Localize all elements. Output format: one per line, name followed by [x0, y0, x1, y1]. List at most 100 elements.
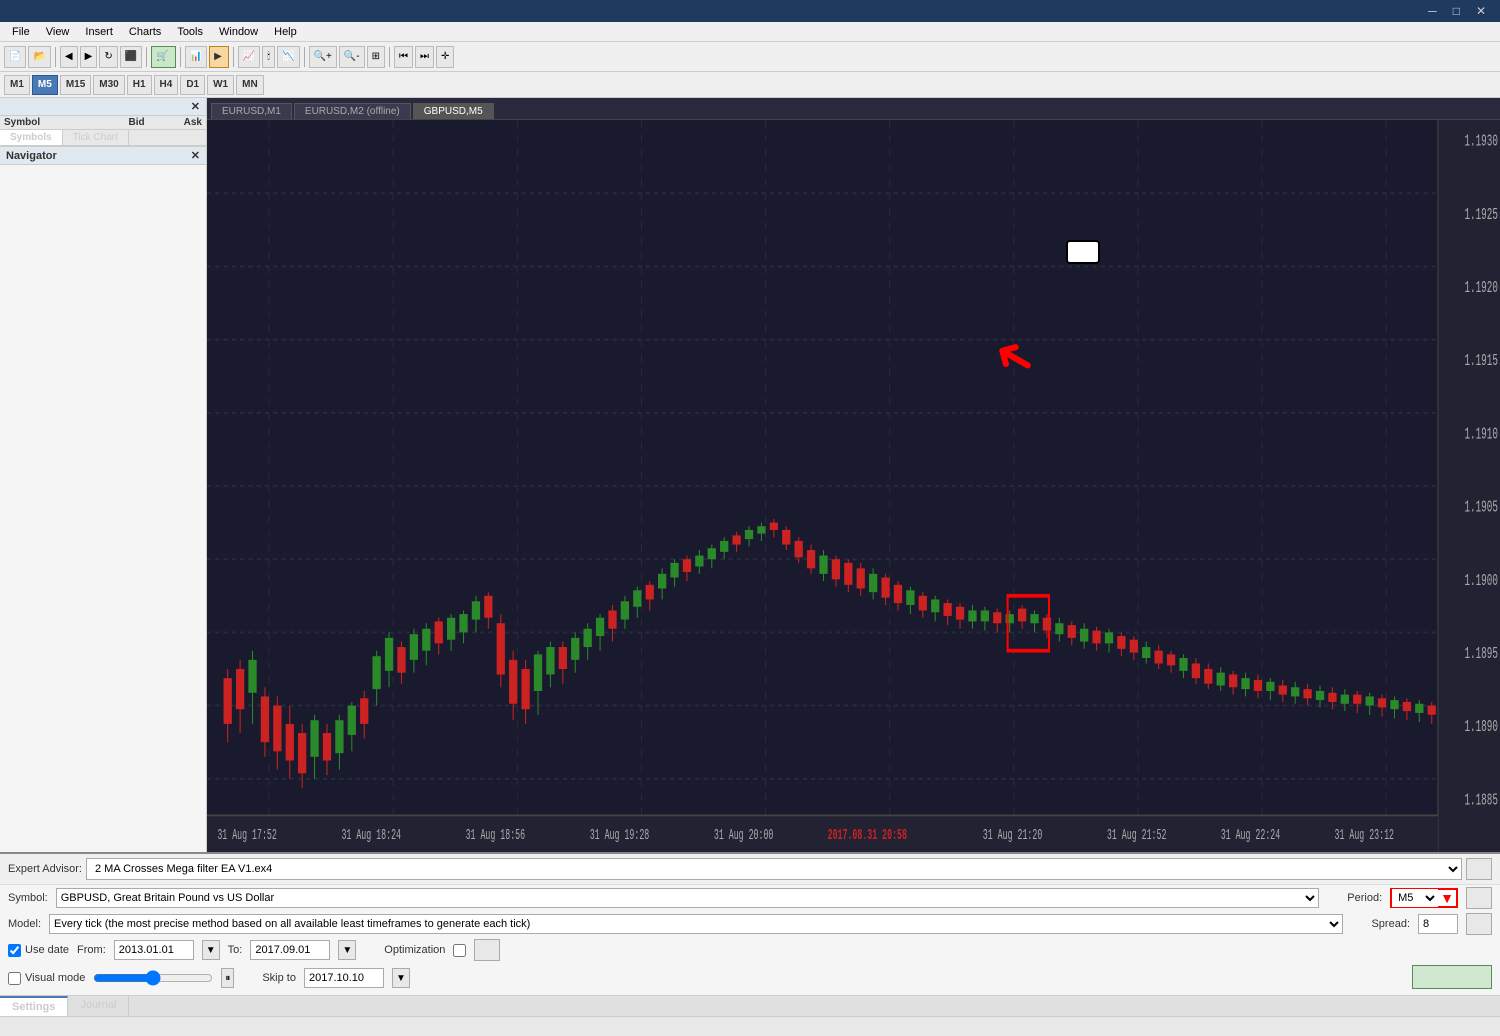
scroll-left-btn[interactable]: ⏮ — [394, 46, 413, 68]
symbol-properties-btn[interactable] — [1466, 887, 1492, 909]
pause-btn[interactable]: ⏸ — [221, 968, 234, 988]
tf-h1[interactable]: H1 — [127, 75, 152, 95]
stop-btn[interactable]: ⬛ — [120, 46, 142, 68]
minimize-button[interactable]: ─ — [1422, 4, 1443, 18]
menu-help[interactable]: Help — [266, 24, 305, 40]
candlestick-btn[interactable]: 🕯 — [262, 46, 275, 68]
chart-tab-eurusd-m1[interactable]: EURUSD,M1 — [211, 103, 292, 119]
tester-bottom-tabs: Settings Journal — [0, 995, 1500, 1016]
from-date-input[interactable] — [114, 940, 194, 960]
menu-charts[interactable]: Charts — [121, 24, 169, 40]
symbol-dropdown[interactable]: GBPUSD, Great Britain Pound vs US Dollar — [56, 888, 1320, 908]
tf-m1[interactable]: M1 — [4, 75, 30, 95]
main-layout: ✕ Symbol Bid Ask Symbols Tick Chart — [0, 98, 1500, 852]
refresh-btn[interactable]: ↻ — [99, 46, 117, 68]
ea-dropdown[interactable]: 2 MA Crosses Mega filter EA V1.ex4 — [86, 858, 1462, 880]
svg-text:2017.08.31 20:58: 2017.08.31 20:58 — [828, 827, 907, 844]
chart-tabs: EURUSD,M1 EURUSD,M2 (offline) GBPUSD,M5 — [207, 98, 1500, 120]
svg-text:31 Aug 19:28: 31 Aug 19:28 — [590, 827, 650, 844]
sep1 — [55, 47, 56, 67]
fwd-btn[interactable]: ▶ — [80, 46, 98, 68]
svg-text:1.1910: 1.1910 — [1464, 426, 1497, 444]
optimization-label: Optimization — [384, 944, 445, 956]
open-chart-btn[interactable] — [1466, 913, 1492, 935]
chart-canvas[interactable]: 1.1930 1.1925 1.1920 1.1915 1.1910 1.190… — [207, 120, 1500, 852]
ea-label: Expert Advisor: — [8, 863, 82, 875]
new-file-btn[interactable]: 📄 — [4, 46, 26, 68]
svg-text:31 Aug 17:52: 31 Aug 17:52 — [217, 827, 277, 844]
autotrading-btn[interactable]: ▶ — [209, 46, 229, 68]
spread-input[interactable] — [1418, 914, 1458, 934]
optimization-checkbox[interactable] — [453, 944, 466, 957]
use-date-label: Use date — [25, 944, 69, 956]
model-dropdown[interactable]: Every tick (the most precise method base… — [49, 914, 1343, 934]
period-dropdown[interactable]: M5M1M15M30H1 — [1392, 889, 1438, 907]
zoom-in-btn[interactable]: 🔍+ — [309, 46, 337, 68]
line-chart-btn[interactable]: 📉 — [277, 46, 299, 68]
tab-tick-chart[interactable]: Tick Chart — [63, 130, 129, 145]
skip-to-picker-btn[interactable]: ▼ — [392, 968, 410, 988]
use-date-checkbox[interactable] — [8, 944, 21, 957]
close-navigator-icon[interactable]: ✕ — [191, 149, 200, 162]
menu-tools[interactable]: Tools — [169, 24, 211, 40]
bar-chart-btn[interactable]: 📈 — [238, 46, 260, 68]
menu-window[interactable]: Window — [211, 24, 266, 40]
close-market-watch-icon[interactable]: ✕ — [191, 100, 200, 113]
start-btn[interactable] — [1412, 965, 1492, 989]
sep5 — [304, 47, 305, 67]
period-label: Period: — [1347, 892, 1382, 904]
tab-settings[interactable]: Settings — [0, 996, 68, 1016]
chart-tab-eurusd-m2[interactable]: EURUSD,M2 (offline) — [294, 103, 411, 119]
navigator: Navigator ✕ — [0, 147, 206, 852]
market-watch-table: Symbol Bid Ask — [0, 116, 206, 130]
visual-speed-slider[interactable] — [93, 970, 213, 986]
maximize-button[interactable]: □ — [1447, 4, 1466, 18]
to-date-input[interactable] — [250, 940, 330, 960]
svg-text:31 Aug 21:52: 31 Aug 21:52 — [1107, 827, 1167, 844]
back-btn[interactable]: ◀ — [60, 46, 78, 68]
sep4 — [233, 47, 234, 67]
menu-view[interactable]: View — [38, 24, 78, 40]
crosshair-btn[interactable]: ✛ — [436, 46, 454, 68]
tf-h4[interactable]: H4 — [154, 75, 179, 95]
scroll-right-btn[interactable]: ⏭ — [415, 46, 434, 68]
skip-to-input[interactable] — [304, 968, 384, 988]
spread-label: Spread: — [1371, 918, 1410, 930]
chart-area: EURUSD,M1 EURUSD,M2 (offline) GBPUSD,M5 — [207, 98, 1500, 852]
close-button[interactable]: ✕ — [1470, 4, 1492, 18]
timeframe-toolbar: M1 M5 M15 M30 H1 H4 D1 W1 MN — [0, 72, 1500, 98]
tf-m5[interactable]: M5 — [32, 75, 58, 95]
tf-mn[interactable]: MN — [236, 75, 264, 95]
tf-m30[interactable]: M30 — [93, 75, 124, 95]
open-btn[interactable]: 📂 — [28, 46, 50, 68]
svg-text:31 Aug 20:00: 31 Aug 20:00 — [714, 827, 774, 844]
svg-text:31 Aug 23:12: 31 Aug 23:12 — [1334, 827, 1394, 844]
svg-text:1.1915: 1.1915 — [1464, 353, 1497, 371]
expert-properties-btn[interactable] — [1466, 858, 1492, 880]
tf-d1[interactable]: D1 — [180, 75, 205, 95]
from-date-picker-btn[interactable]: ▼ — [202, 940, 220, 960]
candlestick-chart: 1.1930 1.1925 1.1920 1.1915 1.1910 1.190… — [207, 120, 1500, 852]
to-label: To: — [228, 944, 243, 956]
tab-symbols[interactable]: Symbols — [0, 130, 63, 145]
new-order-btn[interactable]: 🛒 — [151, 46, 175, 68]
tab-journal[interactable]: Journal — [68, 996, 129, 1016]
chart-tab-gbpusd-m5[interactable]: GBPUSD,M5 — [413, 103, 494, 119]
zoom-out-btn[interactable]: 🔍- — [339, 46, 365, 68]
from-label: From: — [77, 944, 106, 956]
chart-type1[interactable]: 📊 — [185, 46, 207, 68]
visual-mode-checkbox[interactable] — [8, 972, 21, 985]
left-panel: ✕ Symbol Bid Ask Symbols Tick Chart — [0, 98, 207, 852]
modify-expert-btn[interactable] — [474, 939, 500, 961]
title-bar-controls: ─ □ ✕ — [1422, 4, 1492, 18]
menu-file[interactable]: File — [4, 24, 38, 40]
tf-w1[interactable]: W1 — [207, 75, 234, 95]
grid-btn[interactable]: ⊞ — [367, 46, 385, 68]
svg-text:1.1890: 1.1890 — [1464, 719, 1497, 737]
period-dropdown-arrow[interactable]: ▼ — [1438, 890, 1456, 906]
col-symbol: Symbol — [0, 116, 96, 130]
tf-m15[interactable]: M15 — [60, 75, 91, 95]
menu-insert[interactable]: Insert — [77, 24, 121, 40]
navigator-header: Navigator ✕ — [0, 147, 206, 165]
to-date-picker-btn[interactable]: ▼ — [338, 940, 356, 960]
